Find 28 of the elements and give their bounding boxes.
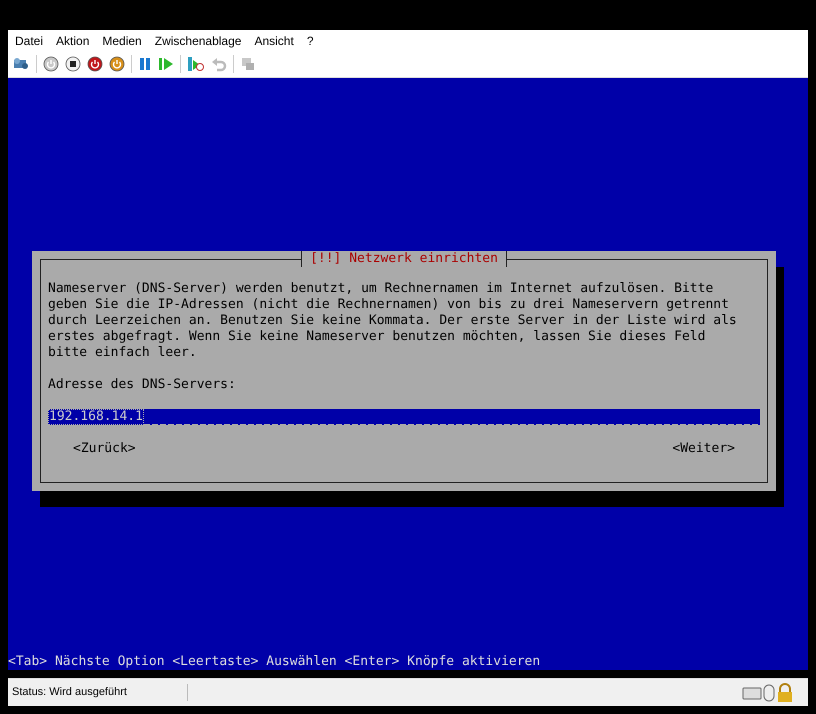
message-line: durch Leerzeichen an. Benutzen Sie keine Kommata. Der erste Server in der Liste wird als xyxy=(48,313,737,330)
power-icon[interactable] xyxy=(43,56,59,72)
menu-item[interactable]: Datei xyxy=(15,32,44,50)
play-icon[interactable] xyxy=(158,56,174,72)
menu-item[interactable]: Medien xyxy=(102,32,142,50)
keyboard-icon xyxy=(742,684,762,700)
message-line: Nameserver (DNS-Server) werden benutzt, um Rechnernamen im Internet aufzulösen. Bitte xyxy=(48,281,714,298)
message-line: erstes abgefragt. Wenn Sie keine Nameserver benutzen möchten, lassen Sie dieses Feld xyxy=(48,329,706,346)
message-line: bitte einfach leer. xyxy=(48,345,197,362)
menu-item[interactable]: Aktion xyxy=(56,32,90,50)
field-value: 192.168.14.1 xyxy=(48,409,144,426)
power-icon[interactable] xyxy=(87,56,103,72)
field-label: Adresse des DNS-Servers: xyxy=(48,377,236,394)
dialog-title: [!!] Netzwerk einrichten xyxy=(301,251,507,268)
hint-line: <Tab> Nächste Option <Leertaste> Auswählen <Enter> Knöpfe aktivieren xyxy=(8,654,540,670)
dialog-button[interactable]: <Zurück> xyxy=(73,441,136,458)
menu-item[interactable]: ? xyxy=(306,32,314,50)
pause-icon[interactable] xyxy=(138,56,152,72)
mouse-icon xyxy=(762,684,776,702)
menu-item[interactable]: Zwischenablage xyxy=(154,32,242,50)
status-text: Status: Wird ausgeführt xyxy=(8,684,188,701)
lock-icon xyxy=(776,682,794,702)
stop-icon[interactable] xyxy=(65,56,81,72)
message-line: geben Sie die IP-Adressen (nicht die Rechnernamen) von bis zu drei Nameservern getrennt xyxy=(48,297,729,314)
menu-item[interactable]: Ansicht xyxy=(254,32,294,50)
dialog-button[interactable]: <Weiter> xyxy=(672,441,735,458)
input-field[interactable]: 192.168.14.1 xyxy=(48,409,760,426)
power-icon[interactable] xyxy=(109,56,125,72)
